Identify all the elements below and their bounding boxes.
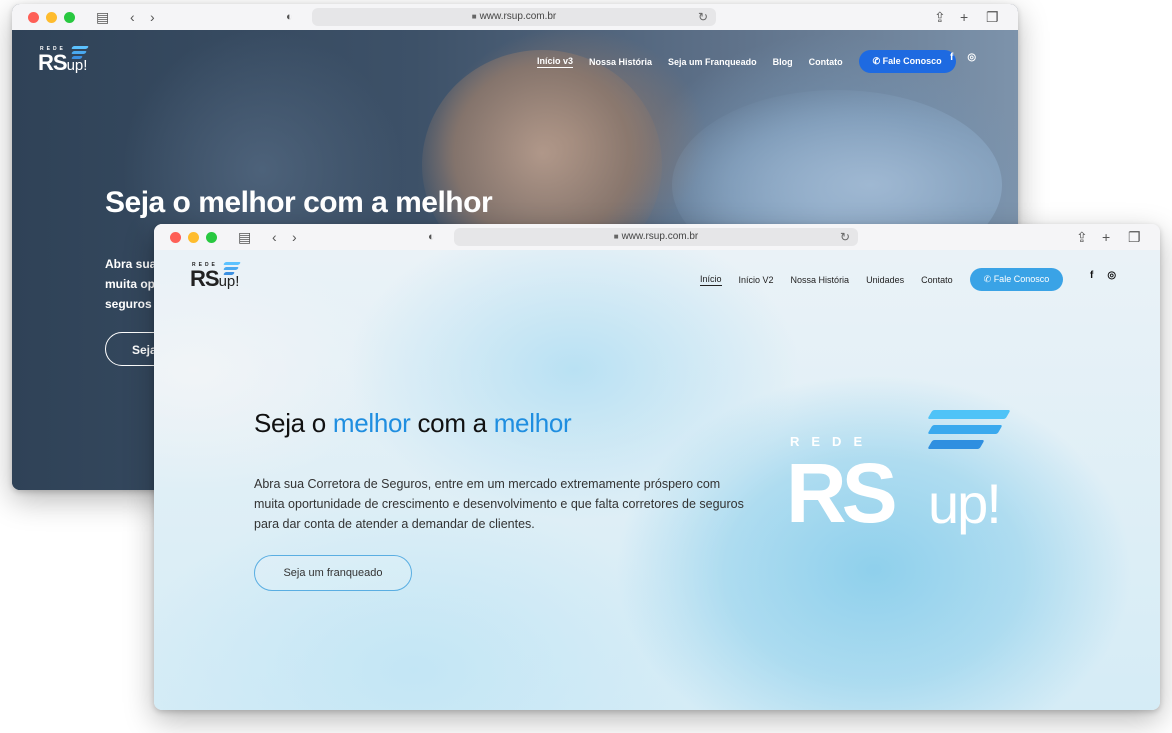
seja-franqueado-button[interactable]: Seja um franqueado	[254, 555, 412, 591]
privacy-shield-icon[interactable]: ◐	[286, 8, 293, 26]
nav-inicio[interactable]: Início	[700, 274, 722, 286]
minimize-window-button[interactable]	[188, 232, 199, 243]
sidebar-icon[interactable]: ▤	[238, 228, 251, 246]
site-logo[interactable]: REDE RSup!	[190, 262, 241, 293]
main-nav: Início Início V2 Nossa História Unidades…	[700, 268, 1064, 291]
nav-inicio-v3[interactable]: Início v3	[537, 56, 574, 68]
logo-stripes-icon	[71, 46, 89, 61]
close-window-button[interactable]	[170, 232, 181, 243]
social-links: f ◎	[1090, 270, 1116, 281]
new-tab-icon[interactable]: +	[960, 8, 968, 26]
front-browser-window: ▤ ‹ › ◐ ■ www.rsup.com.br ↻ ⇪ + ❐ REDE RS…	[154, 224, 1160, 710]
nav-nossa-historia[interactable]: Nossa História	[589, 57, 652, 67]
hero-title-highlight: melhor	[493, 408, 572, 438]
url-text: www.rsup.com.br	[621, 231, 699, 242]
facebook-icon[interactable]: f	[950, 52, 953, 63]
fale-conosco-label: Fale Conosco	[882, 56, 942, 66]
nav-contato[interactable]: Contato	[921, 275, 953, 285]
browser-toolbar: ▤ ‹ › ◐ ■ www.rsup.com.br ↻ ⇪ + ❐	[154, 224, 1160, 251]
instagram-icon[interactable]: ◎	[1107, 270, 1116, 281]
maximize-window-button[interactable]	[64, 12, 75, 23]
nav-unidades[interactable]: Unidades	[866, 275, 904, 285]
hero-title: Seja o melhor com a melhor	[105, 186, 493, 219]
nav-contato[interactable]: Contato	[809, 57, 843, 67]
forward-arrow-icon[interactable]: ›	[150, 8, 155, 26]
nav-nossa-historia[interactable]: Nossa História	[791, 275, 850, 285]
back-arrow-icon[interactable]: ‹	[272, 228, 277, 246]
fale-conosco-label: Fale Conosco	[993, 274, 1050, 284]
lock-icon: ■	[471, 12, 477, 21]
tabs-overview-icon[interactable]: ❐	[986, 8, 999, 26]
big-logo-up-text: up!	[928, 472, 1002, 535]
nav-inicio-v2[interactable]: Início V2	[739, 275, 774, 285]
address-bar[interactable]: ■ www.rsup.com.br ↻	[312, 8, 716, 26]
big-logo-rs-text: RS	[786, 446, 898, 540]
back-arrow-icon[interactable]: ‹	[130, 8, 135, 26]
reload-icon[interactable]: ↻	[698, 8, 708, 26]
site-logo[interactable]: REDE RSup!	[38, 46, 89, 77]
facebook-icon[interactable]: f	[1090, 270, 1093, 281]
logo-rs-text: RS	[190, 266, 220, 291]
hero-title-highlight: melhor	[332, 408, 411, 438]
privacy-shield-icon[interactable]: ◐	[428, 228, 435, 246]
hero-title-part: Seja o	[254, 408, 333, 438]
forward-arrow-icon[interactable]: ›	[292, 228, 297, 246]
window-controls	[28, 12, 75, 23]
maximize-window-button[interactable]	[206, 232, 217, 243]
share-icon[interactable]: ⇪	[934, 8, 946, 26]
instagram-icon[interactable]: ◎	[967, 52, 976, 63]
nav-seja-franqueado[interactable]: Seja um Franqueado	[668, 57, 757, 67]
share-icon[interactable]: ⇪	[1076, 228, 1088, 246]
tabs-overview-icon[interactable]: ❐	[1128, 228, 1141, 246]
url-text: www.rsup.com.br	[479, 11, 557, 22]
fale-conosco-button[interactable]: ✆ Fale Conosco	[969, 268, 1064, 291]
nav-blog[interactable]: Blog	[773, 57, 793, 67]
logo-stripes-icon	[223, 262, 241, 277]
big-logo-stripes-icon	[927, 410, 1011, 451]
new-tab-icon[interactable]: +	[1102, 228, 1110, 246]
close-window-button[interactable]	[28, 12, 39, 23]
main-nav: Início v3 Nossa História Seja um Franque…	[537, 50, 956, 73]
social-links: f ◎	[950, 52, 976, 63]
browser-toolbar: ▤ ‹ › ◐ ■ www.rsup.com.br ↻ ⇪ + ❐	[12, 4, 1018, 31]
reload-icon[interactable]: ↻	[840, 228, 850, 246]
fale-conosco-button[interactable]: ✆ Fale Conosco	[858, 50, 956, 73]
logo-rs-text: RS	[38, 50, 68, 75]
window-controls	[170, 232, 217, 243]
minimize-window-button[interactable]	[46, 12, 57, 23]
lock-icon: ■	[613, 232, 619, 241]
address-bar[interactable]: ■ www.rsup.com.br ↻	[454, 228, 858, 246]
hero-text: Abra sua Corretora de Seguros, entre em …	[254, 477, 744, 531]
sidebar-icon[interactable]: ▤	[96, 8, 109, 26]
front-page-content: REDE RSup! Início Início V2 Nossa Histór…	[154, 250, 1160, 710]
hero-title: Seja o melhor com a melhor	[254, 408, 572, 439]
hero-title-part: com a	[410, 408, 494, 438]
